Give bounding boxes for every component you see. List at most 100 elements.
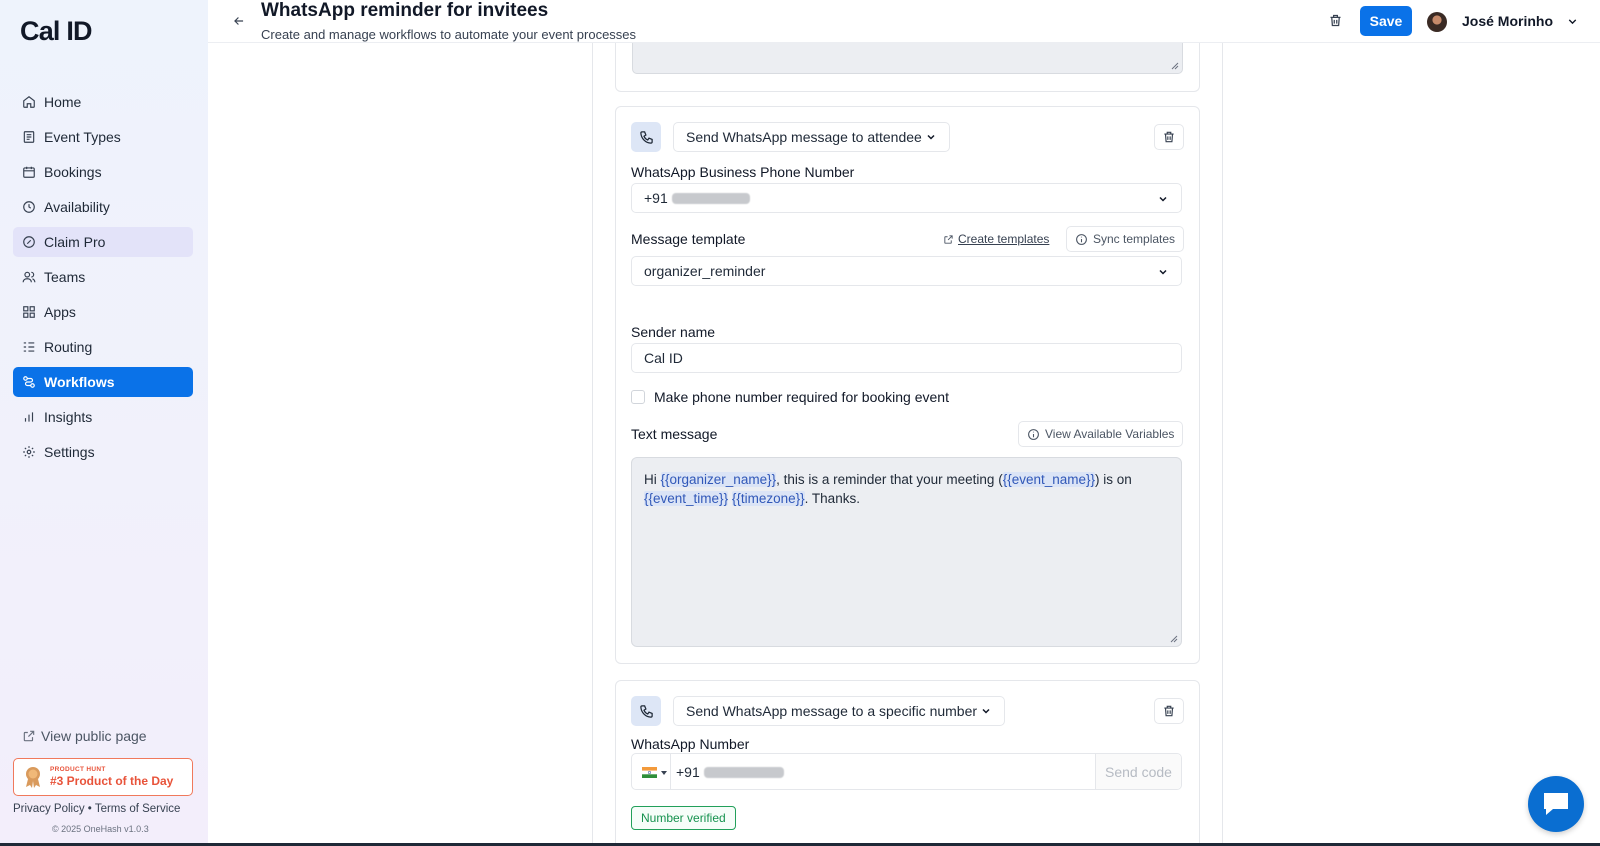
- chevron-down-icon: [982, 708, 990, 714]
- message-variable: {{event_name}}: [1002, 472, 1096, 487]
- gear-icon: [22, 445, 36, 459]
- text-message-textarea[interactable]: Hi {{organizer_name}}, this is a reminde…: [631, 457, 1182, 647]
- whatsapp-number-input[interactable]: +91 Send code: [631, 753, 1182, 790]
- sidebar-item-teams[interactable]: Teams: [13, 262, 193, 292]
- product-hunt-badge[interactable]: PRODUCT HUNT #3 Product of the Day: [13, 758, 193, 796]
- whatsapp-number-label: WhatsApp Number: [631, 736, 750, 752]
- routing-icon: [22, 340, 36, 354]
- sender-name-label: Sender name: [631, 324, 716, 340]
- terms-link[interactable]: Terms of Service: [95, 803, 181, 815]
- message-text: . Thanks.: [804, 491, 860, 506]
- workflows-icon: [22, 375, 36, 389]
- resize-handle-icon[interactable]: [1170, 635, 1178, 643]
- sidebar-item-home[interactable]: Home: [13, 87, 193, 117]
- sidebar-item-label: Workflows: [44, 374, 115, 390]
- sidebar-item-settings[interactable]: Settings: [13, 437, 193, 467]
- message-text: , this is a reminder that your meeting (: [776, 472, 1003, 487]
- info-icon: [1076, 233, 1087, 245]
- sidebar-item-bookings[interactable]: Bookings: [13, 157, 193, 187]
- sidebar-item-label: Availability: [44, 199, 110, 215]
- number-verified-badge: Number verified: [631, 806, 736, 830]
- template-select-value: organizer_reminder: [644, 263, 766, 279]
- sync-templates-label: Sync templates: [1093, 232, 1176, 246]
- chevron-down-icon: [1159, 269, 1167, 275]
- sidebar-item-label: Teams: [44, 269, 86, 285]
- sidebar-item-insights[interactable]: Insights: [13, 402, 193, 432]
- chart-icon: [22, 410, 36, 424]
- chat-widget-button[interactable]: [1528, 776, 1584, 832]
- sidebar-item-workflows[interactable]: Workflows: [13, 367, 193, 397]
- action-select[interactable]: Send WhatsApp message to attendee: [673, 122, 950, 152]
- action-select-value: Send WhatsApp message to a specific numb…: [686, 703, 978, 719]
- redacted-number: [703, 766, 784, 778]
- avatar[interactable]: [1427, 12, 1447, 32]
- sender-name-value: Cal ID: [644, 350, 683, 366]
- view-public-page-link[interactable]: View public page: [22, 728, 147, 744]
- sidebar-item-label: Bookings: [44, 164, 102, 180]
- trash-icon: [1164, 705, 1174, 717]
- sidebar: Cal ID Home Event Types Bookings Availab…: [0, 0, 208, 846]
- users-icon: [22, 270, 36, 284]
- phone-prefix: +91: [644, 190, 668, 206]
- phone-number-value: +91: [676, 764, 784, 780]
- event-types-icon: [22, 130, 36, 144]
- create-templates-link[interactable]: Create templates: [943, 232, 1049, 246]
- phone-icon: [631, 122, 661, 152]
- delete-step-button[interactable]: [1154, 124, 1184, 150]
- sidebar-item-routing[interactable]: Routing: [13, 332, 193, 362]
- save-button[interactable]: Save: [1360, 6, 1412, 36]
- privacy-policy-link[interactable]: Privacy Policy: [13, 803, 85, 815]
- home-icon: [22, 95, 36, 109]
- message-variable: {{event_time}}: [644, 491, 729, 506]
- back-arrow-icon[interactable]: [232, 14, 246, 28]
- grid-icon: [22, 305, 36, 319]
- chevron-down-icon[interactable]: [1566, 15, 1579, 28]
- message-text: Hi: [644, 472, 661, 487]
- workflow-step-card: Send WhatsApp message to a specific numb…: [615, 680, 1200, 846]
- sidebar-item-apps[interactable]: Apps: [13, 297, 193, 327]
- text-message-label: Text message: [631, 426, 718, 442]
- business-phone-label: WhatsApp Business Phone Number: [631, 164, 855, 180]
- sidebar-item-label: Routing: [44, 339, 93, 355]
- caret-down-icon[interactable]: [661, 771, 667, 775]
- country-divider: [670, 754, 671, 789]
- action-select[interactable]: Send WhatsApp message to a specific numb…: [673, 696, 1006, 726]
- delete-step-button[interactable]: [1154, 698, 1184, 724]
- app-logo[interactable]: Cal ID: [20, 16, 93, 47]
- phone-required-checkbox[interactable]: [631, 390, 645, 404]
- pro-icon: [22, 235, 36, 249]
- chevron-down-icon: [1159, 196, 1167, 202]
- create-templates-label: Create templates: [958, 232, 1050, 246]
- delete-workflow-icon[interactable]: [1328, 13, 1343, 28]
- sync-templates-button[interactable]: Sync templates: [1066, 226, 1185, 252]
- phone-required-label: Make phone number required for booking e…: [654, 389, 949, 405]
- message-variable: {{timezone}}: [731, 491, 805, 506]
- view-variables-button[interactable]: View Available Variables: [1018, 421, 1184, 447]
- step-action-row: Send WhatsApp message to attendee: [631, 122, 1184, 152]
- chat-icon: [1544, 793, 1568, 815]
- sidebar-item-label: Claim Pro: [44, 234, 106, 250]
- sidebar-item-label: Apps: [44, 304, 76, 320]
- page-title: WhatsApp reminder for invitees: [261, 0, 549, 21]
- action-select-value: Send WhatsApp message to attendee: [686, 129, 922, 145]
- footer-bullet: •: [87, 803, 92, 815]
- sidebar-item-label: Event Types: [44, 129, 121, 145]
- workflow-step-card: Send WhatsApp message to attendee WhatsA…: [615, 106, 1200, 664]
- phone-prefix: +91: [676, 764, 700, 780]
- view-variables-label: View Available Variables: [1045, 427, 1175, 441]
- sidebar-item-availability[interactable]: Availability: [13, 192, 193, 222]
- send-code-button[interactable]: Send code: [1095, 754, 1181, 789]
- sidebar-item-label: Home: [44, 94, 82, 110]
- user-name[interactable]: José Morinho: [1462, 13, 1553, 29]
- copyright: © 2025 OneHash v1.0.3: [52, 824, 149, 834]
- chevron-down-icon: [927, 134, 935, 140]
- business-phone-select[interactable]: +91: [631, 183, 1182, 213]
- page-header: WhatsApp reminder for invitees Create an…: [208, 0, 1600, 43]
- template-select[interactable]: organizer_reminder: [631, 256, 1182, 286]
- page-subtitle: Create and manage workflows to automate …: [261, 27, 637, 42]
- footer-links: Privacy Policy • Terms of Service: [13, 803, 180, 815]
- sidebar-item-event-types[interactable]: Event Types: [13, 122, 193, 152]
- resize-handle-icon[interactable]: [1171, 62, 1179, 70]
- sender-name-input[interactable]: Cal ID: [631, 343, 1182, 373]
- sidebar-item-claim-pro[interactable]: Claim Pro: [13, 227, 193, 257]
